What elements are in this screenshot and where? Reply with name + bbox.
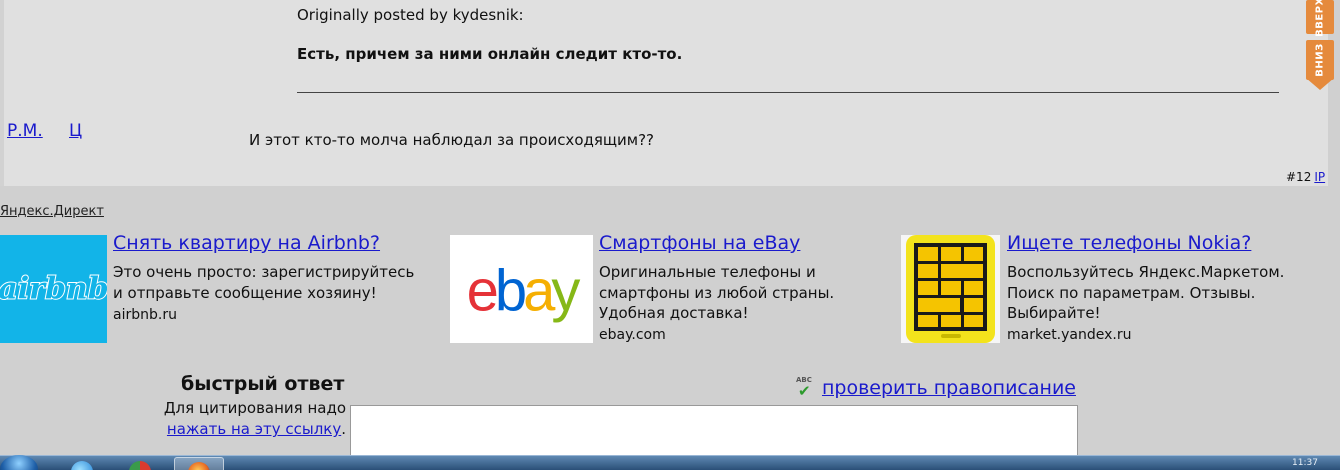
nokia-phone-icon: [906, 235, 995, 343]
ebay-logo-letter-b: b: [494, 258, 527, 324]
ebay-logo-letter-a: a: [523, 258, 555, 324]
yandex-direct-link[interactable]: Яндекс.Директ: [0, 204, 104, 219]
quote-author: Originally posted by kydesnik:: [297, 6, 524, 24]
post-number: #12: [1286, 170, 1312, 184]
ad-text-nokia: Воспользуйтесь Яндекс.Маркетом. Поиск по…: [1007, 263, 1285, 322]
firefox-icon: [188, 462, 210, 470]
ad-title-ebay[interactable]: Смартфоны на eBay: [599, 232, 800, 254]
nokia-phone-image[interactable]: [901, 235, 1000, 343]
quick-reply-hint: Для цитирования надо нажать на эту ссылк…: [164, 398, 346, 440]
quote-hint-suffix: .: [341, 420, 346, 438]
post-body: И этот кто-то молча наблюдал за происход…: [249, 131, 654, 149]
ad-title-nokia[interactable]: Ищете телефоны Nokia?: [1007, 232, 1251, 254]
ad-text-airbnb: Это очень просто: зарегистрируйтесь и от…: [113, 263, 415, 302]
scroll-up-label: ВВЕРХ: [1314, 0, 1326, 37]
scroll-up-button[interactable]: ВВЕРХ: [1306, 0, 1334, 37]
tray-clock[interactable]: 11:37: [1292, 458, 1318, 468]
author-link-ts[interactable]: Ц: [69, 121, 82, 141]
spellcheck-icon[interactable]: ABC ✔: [796, 376, 816, 400]
spell-check-link[interactable]: проверить правописание: [822, 377, 1076, 399]
quote-hint-text: Для цитирования надо: [163, 399, 346, 417]
ad-title-airbnb[interactable]: Снять квартиру на Airbnb?: [113, 232, 380, 254]
ebay-logo-letter-e: e: [466, 258, 499, 324]
author-link-rm[interactable]: Р.М.: [7, 121, 43, 141]
quick-reply-title: быстрый ответ: [181, 373, 345, 395]
internet-explorer-icon: [71, 461, 93, 470]
scroll-down-button[interactable]: ВНИЗ: [1306, 40, 1334, 80]
quote-hint-link[interactable]: нажать на эту ссылку: [167, 420, 341, 438]
ebay-logo-letter-y: y: [551, 258, 580, 324]
arrow-down-icon[interactable]: [1306, 78, 1334, 90]
windows-taskbar: 11:37: [0, 455, 1340, 470]
taskbar-item-firefox[interactable]: [174, 457, 224, 470]
forum-post: Originally posted by kydesnik: Есть, при…: [0, 0, 1328, 186]
ad-domain-airbnb: airbnb.ru: [113, 307, 177, 323]
browser-viewport: Originally posted by kydesnik: Есть, при…: [0, 0, 1340, 470]
ebay-logo[interactable]: ebay: [450, 235, 593, 343]
ad-domain-nokia: market.yandex.ru: [1007, 327, 1132, 343]
taskbar-item-chrome[interactable]: [116, 457, 166, 470]
airbnb-logo-text: airbnb: [0, 271, 107, 308]
ad-text-ebay: Оригинальные телефоны и смартфоны из люб…: [599, 263, 835, 322]
post-meta: #12 IP: [1286, 170, 1325, 184]
ip-link[interactable]: IP: [1314, 170, 1325, 184]
ad-domain-ebay: ebay.com: [599, 327, 666, 343]
scroll-down-label: ВНИЗ: [1314, 43, 1326, 77]
airbnb-logo[interactable]: airbnb: [0, 235, 107, 343]
chrome-icon: [129, 461, 151, 470]
taskbar-item-ie[interactable]: [58, 457, 108, 470]
start-button[interactable]: [0, 455, 38, 470]
ebay-logo-word: ebay: [466, 258, 581, 325]
spell-check: ABC ✔ проверить правописание: [796, 376, 1076, 400]
quote-text: Есть, причем за ними онлайн следит кто-т…: [297, 45, 683, 63]
quote-divider: [297, 92, 1279, 93]
